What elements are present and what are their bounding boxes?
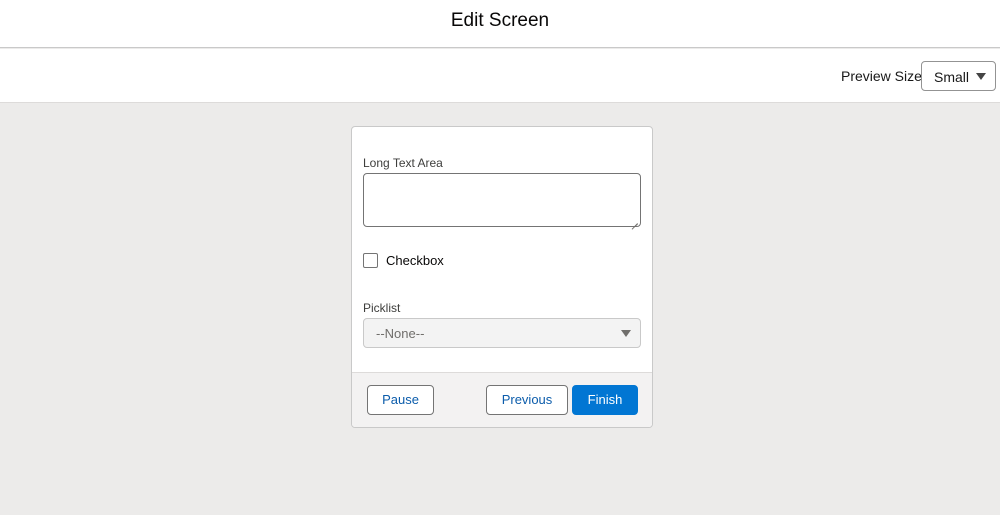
preview-size-value: Small xyxy=(934,69,970,85)
picklist-select[interactable]: --None-- xyxy=(363,318,641,348)
long-text-area-label: Long Text Area xyxy=(363,156,443,170)
screen-preview-card: Long Text Area Checkbox Picklist --None-… xyxy=(351,126,653,428)
page-title: Edit Screen xyxy=(450,10,550,31)
previous-button[interactable]: Previous xyxy=(486,385,568,415)
chevron-down-icon xyxy=(621,330,631,337)
finish-button[interactable]: Finish xyxy=(572,385,638,415)
checkbox-label[interactable]: Checkbox xyxy=(386,253,444,268)
resize-grip-icon[interactable] xyxy=(632,218,638,224)
preview-size-select[interactable]: Small xyxy=(921,61,996,91)
chevron-down-icon xyxy=(976,73,986,80)
pause-button[interactable]: Pause xyxy=(367,385,434,415)
screen-footer: Pause Previous Finish xyxy=(352,372,652,427)
preview-toolbar: Preview Size Small xyxy=(0,49,1000,103)
preview-size-label: Preview Size xyxy=(841,68,922,84)
checkbox-input[interactable] xyxy=(363,253,378,268)
long-text-area-input[interactable] xyxy=(363,173,641,227)
page-header: Edit Screen xyxy=(0,0,1000,48)
picklist-value: --None-- xyxy=(376,326,425,341)
picklist-label: Picklist xyxy=(363,301,401,315)
